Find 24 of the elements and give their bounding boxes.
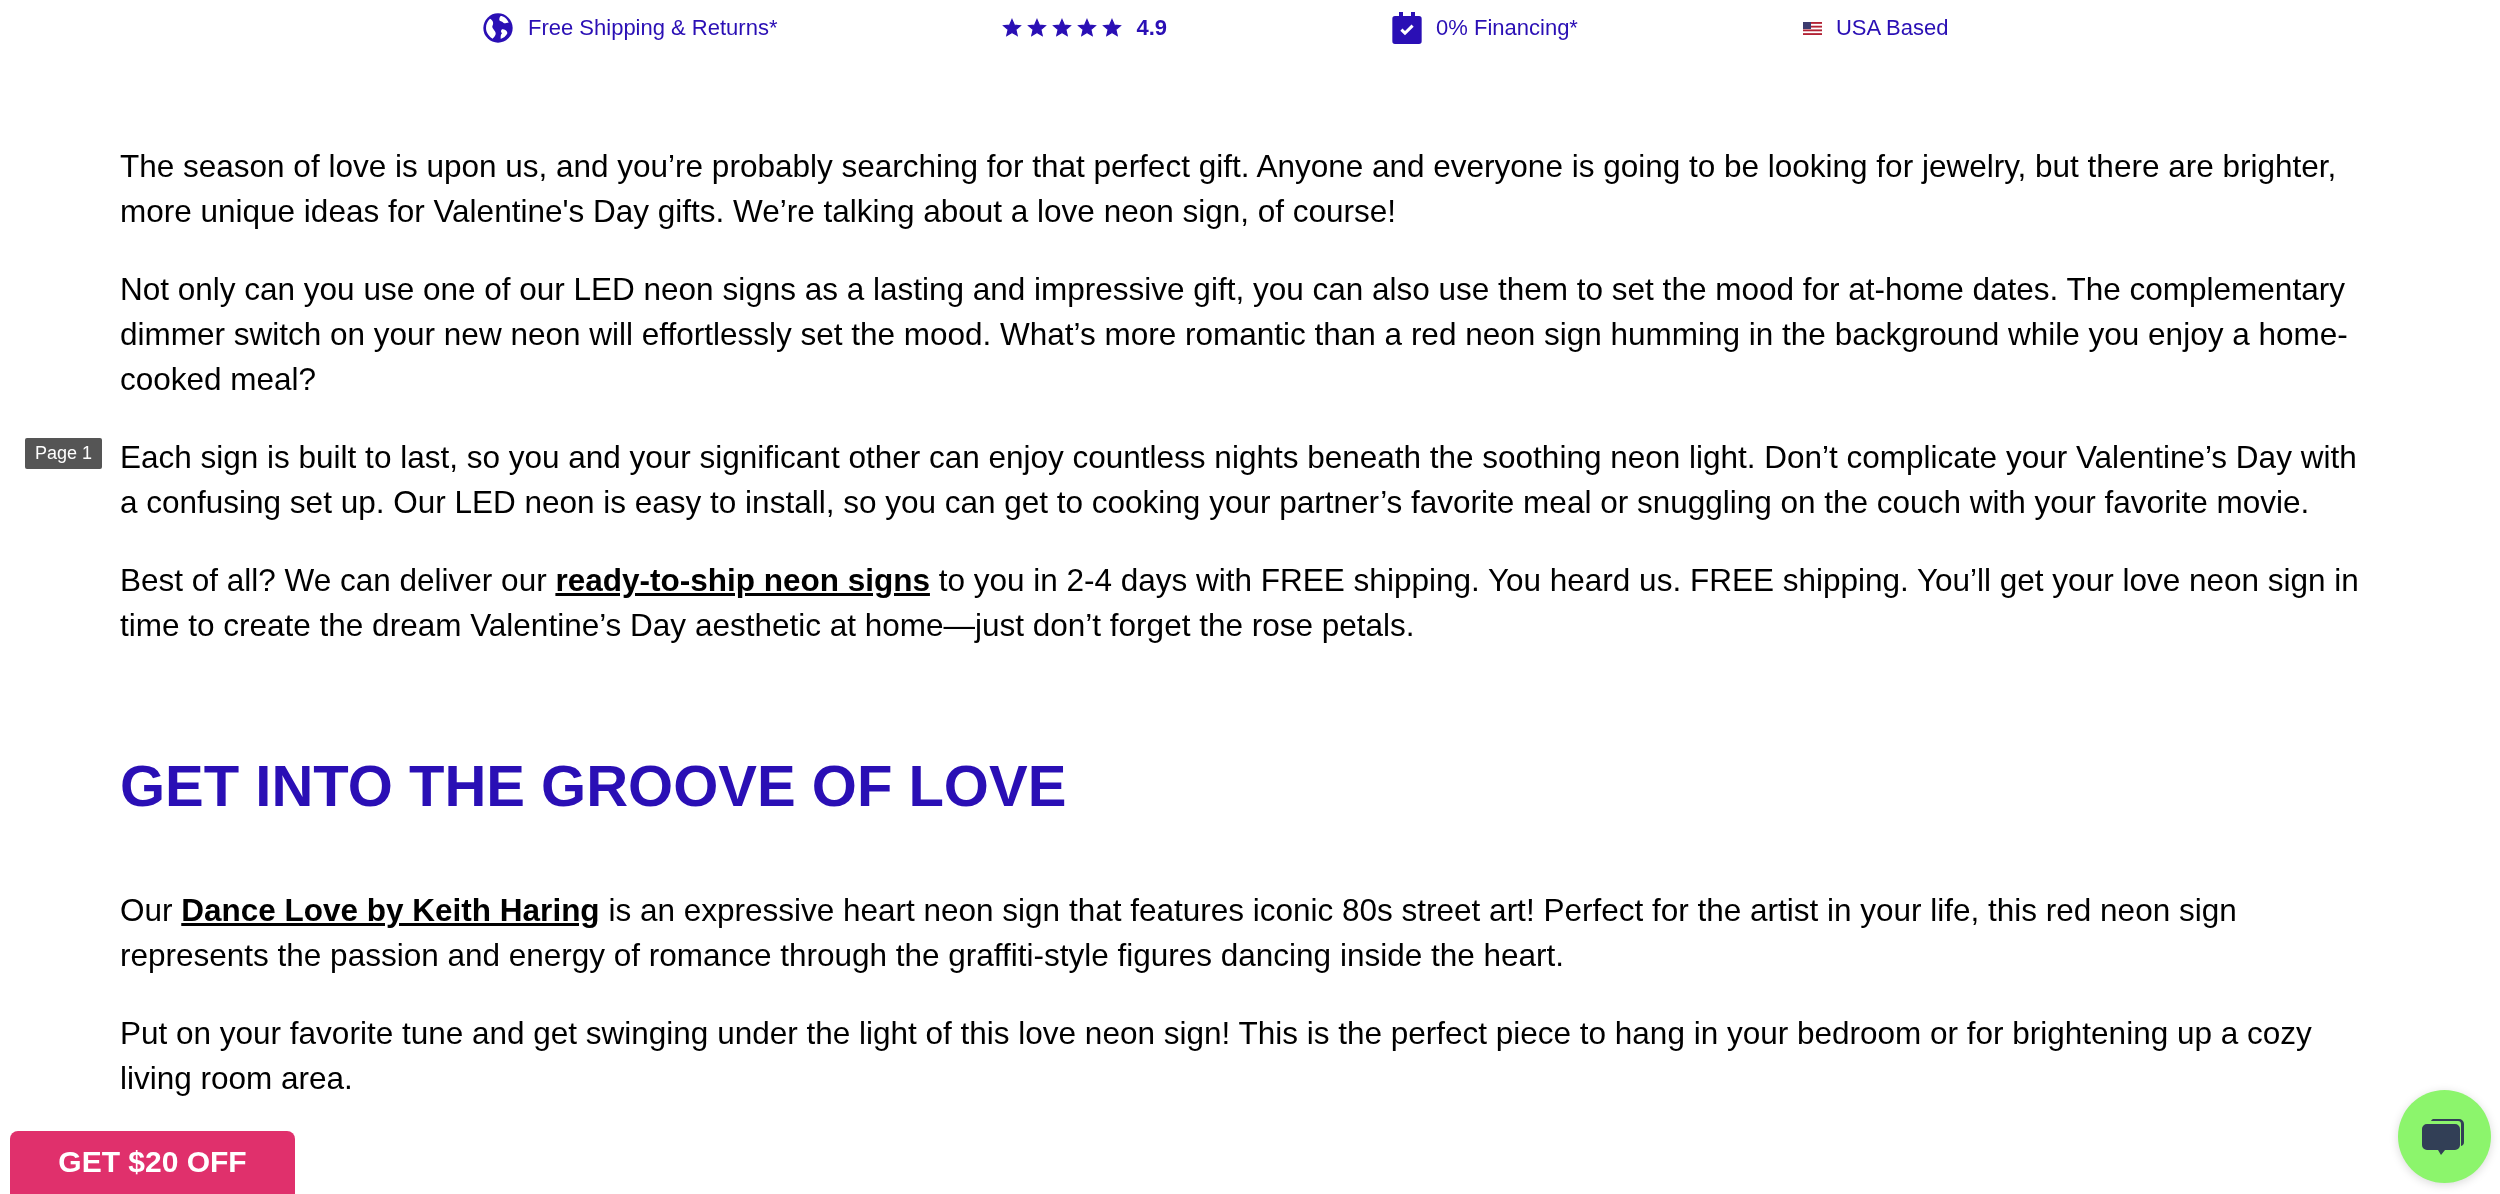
text-link[interactable]: Dance Love by Keith Haring bbox=[181, 892, 600, 928]
chat-button[interactable] bbox=[2398, 1090, 2491, 1183]
star-icon bbox=[1027, 18, 1048, 38]
text-link[interactable]: ready-to-ship neon signs bbox=[555, 562, 930, 598]
paragraph: The season of love is upon us, and you’re probably searching for that perfect gift. Anyone and everyone is going to be looking for jewelry, but there are brighter, more unique ideas for Valentine's Day gifts. We’re talking about a love neon sign, of course! bbox=[120, 147, 2338, 231]
paragraph: Not only can you use one of our LED neon signs as a lasting and impressive gift, you can also use them to set the mood for at-home dates. The complementary dimmer switch on your new neon will effortlessly set the mood. What’s more romantic than a red neon sign humming in the background while you enjoy a home-cooked meal? bbox=[120, 270, 2349, 399]
top-bar-text: USA Based bbox=[1835, 15, 1949, 41]
star-icon bbox=[1002, 18, 1023, 38]
top-bar-text: Free Shipping & Returns* bbox=[528, 15, 778, 41]
flag-icon bbox=[1802, 21, 1822, 35]
section-heading: GET INTO THE GROOVE OF LOVE bbox=[120, 752, 1068, 820]
paragraph: Each sign is built to last, so you and your significant other can enjoy countless nights beneath the soothing neon light. Don’t complicate your Valentine’s Day with a confusing set up. Our LED neon is easy to install, so you can get to cooking your partner’s favorite meal or snuggling on the couch with your favorite movie. bbox=[120, 438, 2358, 522]
calendar-check-icon bbox=[1392, 12, 1423, 44]
promo-button[interactable]: GET $20 OFF bbox=[10, 1131, 295, 1194]
star-icon bbox=[1052, 18, 1073, 38]
top-bar-text: 0% Financing* bbox=[1436, 15, 1578, 41]
paragraph: Our Dance Love by Keith Haring is an expressive heart neon sign that features iconic 80s street art! Perfect for the artist in your life, this red neon sign represents the passion and energy of romance through the graffiti-style figures dancing inside the heart. bbox=[120, 891, 2238, 975]
paragraph: Best of all? We can deliver our ready-to-ship neon signs to you in 2-4 days with FREE shipping. You heard us. FREE shipping. You’ll get your love neon sign in time to create the dream Valentine’s Day aesthetic at home—just don’t forget the rose petals. bbox=[120, 561, 2360, 645]
paragraph: Put on your favorite tune and get swinging under the light of this love neon sign! This is the perfect piece to hang in your bedroom or for brightening up a cozy living room area. bbox=[120, 1014, 2313, 1098]
star-icon bbox=[1077, 18, 1098, 38]
rating-value: 4.9 bbox=[1136, 15, 1168, 41]
star-icon bbox=[1102, 18, 1123, 38]
page-label: Page 1 bbox=[25, 438, 103, 469]
globe-icon bbox=[482, 12, 514, 44]
